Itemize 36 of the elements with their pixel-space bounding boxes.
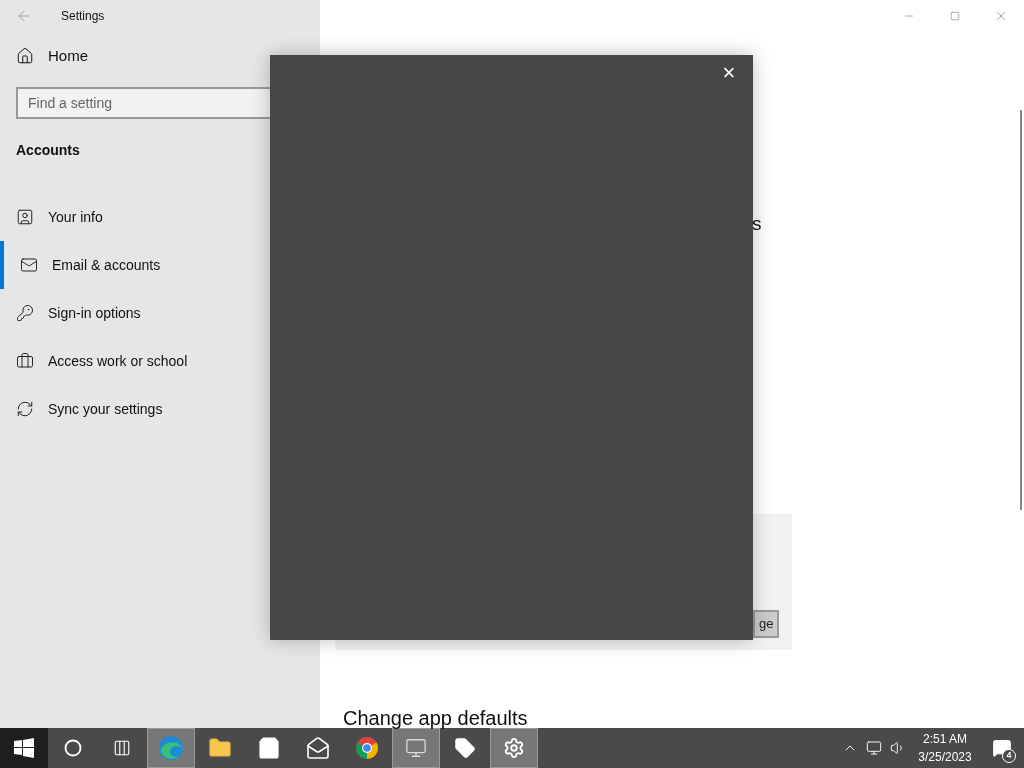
home-nav-item[interactable]: Home (0, 39, 320, 73)
windows-logo-icon (14, 738, 34, 758)
wave-circle-icon (158, 735, 184, 761)
clock[interactable]: 2:51 AM 3/25/2023 (910, 728, 980, 768)
scrollbar[interactable] (1020, 110, 1022, 510)
briefcase-icon (16, 352, 34, 370)
nav-item[interactable]: Access work or school (0, 337, 320, 385)
partial-text: s (752, 212, 762, 236)
task-view-icon (113, 739, 131, 757)
home-icon (16, 47, 34, 65)
taskbar-app[interactable] (0, 728, 48, 768)
notification-button[interactable]: 4 (980, 728, 1024, 768)
search-icon (64, 739, 82, 757)
network-icon (866, 740, 882, 756)
window-title: Settings (61, 8, 105, 25)
section-heading: Accounts (16, 141, 81, 160)
key-icon (16, 304, 34, 322)
notification-count: 4 (1002, 749, 1016, 763)
nav-item[interactable]: Sign-in options (0, 289, 320, 337)
nav-item[interactable]: Sync your settings (0, 385, 320, 433)
folder-icon (208, 736, 232, 760)
settings-icon (503, 737, 525, 759)
restore-icon (950, 11, 960, 21)
sync-icon (16, 400, 34, 418)
envelope-icon (20, 256, 38, 274)
search-input[interactable]: Find a setting (28, 92, 304, 114)
section-heading: Change app defaults (343, 705, 528, 730)
notification-icon (992, 738, 1012, 758)
dialog-close-button[interactable]: × (717, 61, 741, 85)
close-icon (994, 9, 1008, 23)
tag-icon (454, 737, 476, 759)
nav-item[interactable]: Your info (0, 193, 320, 241)
envelope-icon (306, 736, 330, 760)
browser-ball-icon (355, 736, 379, 760)
partial-button[interactable]: ge (753, 609, 780, 638)
back-arrow-icon (16, 8, 32, 24)
